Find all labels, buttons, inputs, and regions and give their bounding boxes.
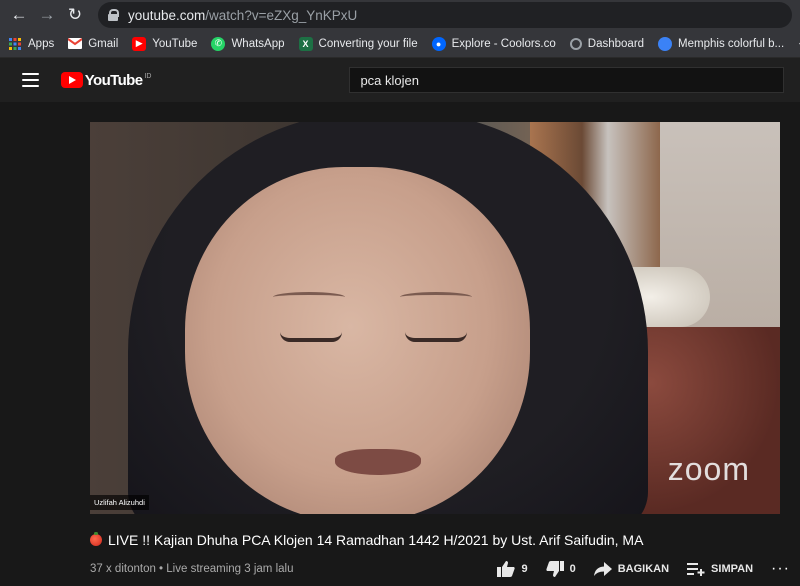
bookmark-whatsapp[interactable]: ✆ WhatsApp bbox=[211, 36, 285, 51]
video-title-row: LIVE !! Kajian Dhuha PCA Klojen 14 Ramad… bbox=[90, 532, 790, 548]
bookmark-youtube[interactable]: ▶ YouTube bbox=[132, 36, 197, 51]
video-player[interactable]: zoom Uzlifah Alizuhdi bbox=[90, 122, 780, 514]
video-info: LIVE !! Kajian Dhuha PCA Klojen 14 Ramad… bbox=[90, 524, 790, 578]
video-meta-row: 37 x ditonton • Live streaming 3 jam lal… bbox=[90, 560, 790, 578]
participant-name-tag: Uzlifah Alizuhdi bbox=[90, 495, 149, 510]
youtube-logo[interactable]: YouTube ID bbox=[60, 71, 152, 89]
save-label: SIMPAN bbox=[711, 563, 754, 575]
forward-arrow-icon[interactable]: → bbox=[36, 4, 58, 26]
reload-icon[interactable]: ↻ bbox=[64, 4, 86, 26]
browser-toolbar: ← → ↻ youtube.com/watch?v=eZXg_YnKPxU bbox=[0, 0, 800, 30]
bookmark-converting-file[interactable]: X Converting your file bbox=[298, 36, 418, 51]
stream-status: Live streaming 3 jam lalu bbox=[166, 563, 294, 575]
search-input[interactable]: pca klojen bbox=[349, 67, 784, 93]
url-domain: youtube.com bbox=[128, 7, 206, 23]
like-button[interactable]: 9 bbox=[497, 561, 528, 577]
bookmarks-bar: Apps Gmail ▶ YouTube ✆ WhatsApp X Conver… bbox=[0, 30, 800, 58]
zoom-watermark: zoom bbox=[667, 451, 750, 487]
whatsapp-icon: ✆ bbox=[211, 36, 226, 51]
url-path: /watch?v=eZXg_YnKPxU bbox=[205, 7, 358, 23]
video-actions: 9 0 BAGIKAN SIMPAN ··· bbox=[479, 560, 790, 578]
menu-icon[interactable] bbox=[22, 73, 39, 87]
bookmark-apps[interactable]: Apps bbox=[8, 37, 54, 51]
region-code: ID bbox=[144, 72, 152, 80]
youtube-icon: ▶ bbox=[132, 36, 147, 51]
dislike-count: 0 bbox=[569, 563, 576, 575]
like-count: 9 bbox=[521, 563, 528, 575]
excel-icon: X bbox=[298, 36, 313, 51]
youtube-header: YouTube ID pca klojen bbox=[0, 58, 800, 102]
coolors-icon: ● bbox=[431, 36, 446, 51]
dashboard-icon bbox=[569, 37, 582, 50]
thumbs-up-icon bbox=[497, 561, 516, 577]
bookmark-memphis[interactable]: Memphis colorful b... bbox=[658, 36, 784, 51]
share-button[interactable]: BAGIKAN bbox=[593, 562, 670, 576]
lock-icon bbox=[108, 9, 119, 21]
meta-separator: • bbox=[155, 563, 167, 575]
bookmark-coolors[interactable]: ● Explore - Coolors.co bbox=[431, 36, 556, 51]
address-bar[interactable]: youtube.com/watch?v=eZXg_YnKPxU bbox=[98, 2, 792, 28]
tomato-emoji-icon bbox=[90, 532, 102, 546]
watch-page: zoom Uzlifah Alizuhdi LIVE !! Kajian Dhu… bbox=[0, 102, 800, 577]
gmail-icon bbox=[68, 37, 83, 51]
youtube-logo-text: YouTube bbox=[84, 71, 143, 89]
video-title: LIVE !! Kajian Dhuha PCA Klojen 14 Ramad… bbox=[108, 532, 644, 548]
youtube-play-icon bbox=[60, 72, 83, 88]
bookmark-dashboard[interactable]: Dashboard bbox=[569, 37, 644, 50]
share-arrow-icon bbox=[593, 562, 612, 576]
share-label: BAGIKAN bbox=[617, 563, 670, 575]
save-button[interactable]: SIMPAN bbox=[687, 562, 753, 576]
speaker-face bbox=[185, 167, 530, 514]
apps-grid-icon bbox=[8, 37, 22, 51]
thumbs-down-icon bbox=[545, 561, 564, 577]
more-actions-icon[interactable]: ··· bbox=[771, 560, 790, 578]
back-arrow-icon[interactable]: ← bbox=[8, 4, 30, 26]
playlist-add-icon bbox=[687, 563, 705, 576]
bookmark-gmail[interactable]: Gmail bbox=[68, 37, 118, 51]
view-count: 37 x ditonton bbox=[90, 563, 156, 575]
memphis-icon bbox=[658, 36, 673, 51]
dislike-button[interactable]: 0 bbox=[545, 561, 576, 577]
